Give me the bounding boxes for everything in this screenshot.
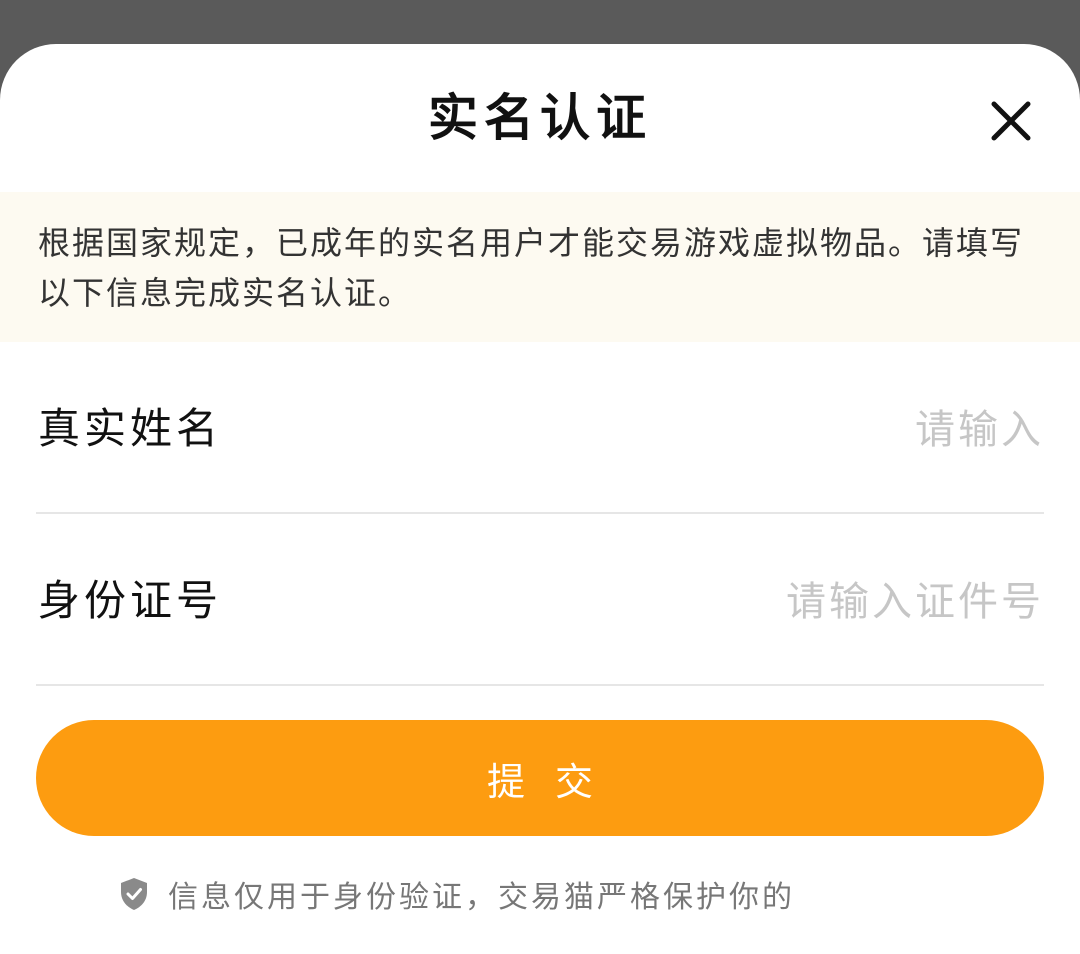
id-number-label: 身份证号: [38, 576, 223, 625]
id-number-row: 身份证号: [36, 514, 1044, 686]
privacy-note-text: 信息仅用于身份验证，交易猫严格保护你的: [168, 880, 795, 915]
close-icon: [991, 101, 1031, 141]
id-number-input[interactable]: [524, 574, 1044, 630]
privacy-note: 信息仅用于身份验证，交易猫严格保护你的: [120, 870, 795, 918]
notice-text: 根据国家规定，已成年的实名用户才能交易游戏虚拟物品。请填写以下信息完成实名认证。: [38, 224, 1025, 312]
notice-banner: 根据国家规定，已成年的实名用户才能交易游戏虚拟物品。请填写以下信息完成实名认证。: [0, 192, 1080, 342]
real-name-auth-dialog: 实名认证 根据国家规定，已成年的实名用户才能交易游戏虚拟物品。请填写以下信息完成…: [0, 44, 1080, 954]
close-button[interactable]: [984, 94, 1038, 148]
shield-check-icon: [121, 878, 147, 910]
real-name-label: 真实姓名: [38, 404, 223, 453]
real-name-row: 真实姓名: [36, 342, 1044, 514]
submit-button[interactable]: 提交: [36, 720, 1044, 836]
real-name-input[interactable]: [524, 402, 1044, 458]
dialog-title: 实名认证: [428, 89, 652, 147]
